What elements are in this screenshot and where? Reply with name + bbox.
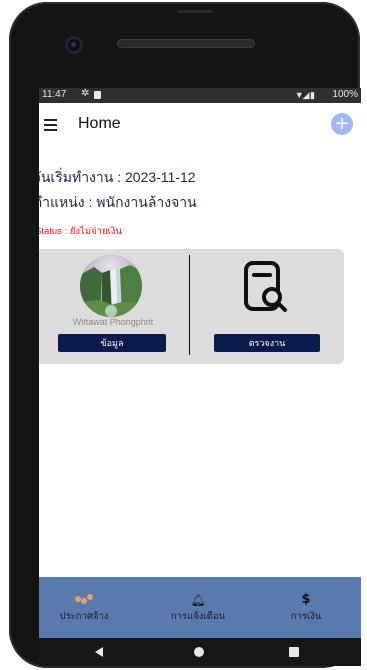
check-work-button[interactable]: ตรวจงาน bbox=[214, 334, 320, 352]
document-search-icon[interactable] bbox=[242, 259, 294, 317]
home-icon[interactable] bbox=[194, 647, 204, 657]
earpiece-speaker bbox=[117, 39, 255, 48]
nav-item-announcements[interactable]: ประกาศจ้าง bbox=[39, 593, 129, 624]
waterfall-photo bbox=[80, 255, 142, 317]
dollar-icon: $ bbox=[301, 592, 311, 607]
sd-card-icon bbox=[94, 91, 101, 99]
bell-icon: 🔔︎ bbox=[190, 593, 206, 607]
avatar bbox=[80, 255, 142, 317]
plus-icon: + bbox=[334, 113, 350, 134]
info-button[interactable]: ข้อมูล bbox=[58, 334, 166, 352]
back-icon[interactable] bbox=[95, 647, 103, 657]
employee-card: Wittawat Phongphrit ข้อมูล ตรวจงาน bbox=[39, 249, 344, 364]
nav-label-announcements: ประกาศจ้าง bbox=[59, 611, 109, 622]
status-bar: 11:47 ✲ ▼◢ ▮ 100% bbox=[39, 88, 361, 103]
clock: 11:47 bbox=[42, 89, 67, 100]
app-bar: Home + bbox=[39, 103, 361, 149]
status-text: Status : ยังไม่จ่ายเงิน bbox=[39, 226, 122, 237]
start-date: วันเริ่มทำงาน : 2023-11-12 bbox=[39, 169, 196, 185]
add-button[interactable]: + bbox=[331, 113, 353, 135]
nav-label-finance: การเงิน bbox=[290, 611, 322, 622]
signal-icon: ▼◢ ▮ bbox=[294, 90, 315, 100]
hamburger-icon[interactable] bbox=[44, 119, 57, 131]
dots-icon bbox=[39, 593, 129, 607]
recent-apps-icon[interactable] bbox=[289, 647, 299, 657]
job-position: ตำแหน่ง : พนักงานล้างจาน bbox=[39, 194, 197, 210]
top-slot bbox=[177, 10, 213, 13]
nav-item-notifications[interactable]: 🔔︎ การแจ้งเตือน bbox=[153, 593, 243, 624]
front-camera bbox=[65, 36, 83, 54]
app-screen: 11:47 ✲ ▼◢ ▮ 100% Home + วันเริ่มทำงาน :… bbox=[39, 88, 361, 639]
page-title: Home bbox=[78, 115, 121, 132]
nav-item-finance[interactable]: $ การเงิน bbox=[261, 593, 351, 624]
android-nav-bar bbox=[39, 638, 361, 666]
battery-percent: 100% bbox=[332, 89, 358, 100]
gear-icon: ✲ bbox=[81, 88, 90, 99]
nav-label-notifications: การแจ้งเตือน bbox=[170, 611, 226, 622]
profile-name: Wittawat Phongphrit bbox=[72, 317, 154, 327]
card-divider bbox=[189, 255, 190, 355]
bottom-nav: ประกาศจ้าง 🔔︎ การแจ้งเตือน $ การเงิน bbox=[39, 577, 361, 639]
